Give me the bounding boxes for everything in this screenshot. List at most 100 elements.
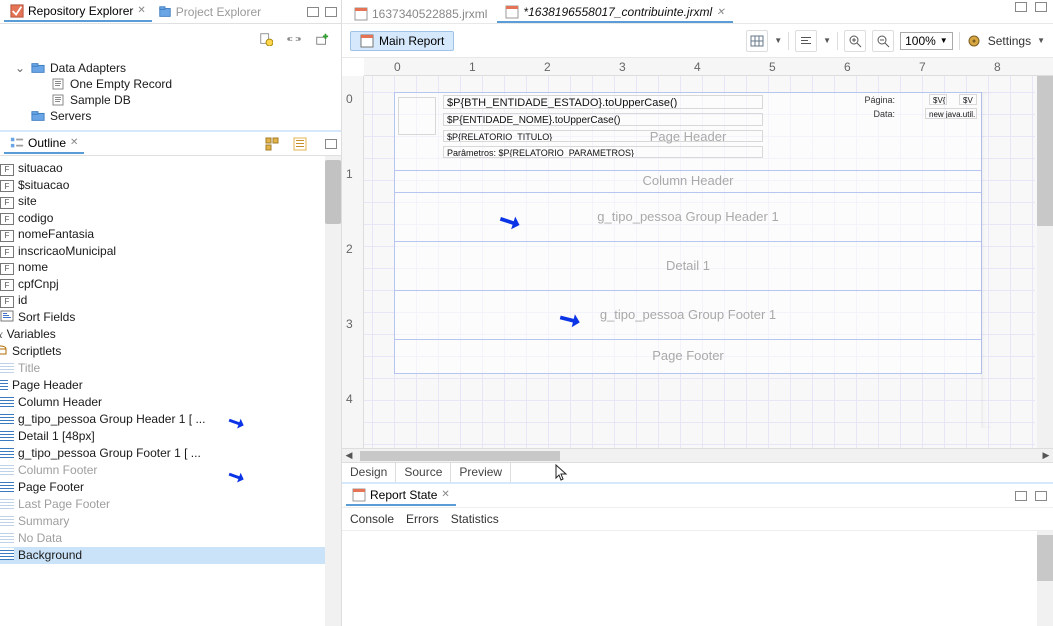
scroll-right-icon[interactable]: ▶	[1039, 450, 1053, 462]
close-icon[interactable]: ✕	[441, 489, 449, 500]
outline-field-inscricaoMunicipal[interactable]: FinscricaoMunicipal	[0, 243, 341, 260]
tab-repo-explorer[interactable]: Repository Explorer ✕	[4, 2, 152, 22]
outline-summary[interactable]: Summary	[0, 513, 341, 530]
minimize-icon[interactable]	[1015, 491, 1027, 501]
tab-project-explorer-label: Project Explorer	[176, 5, 261, 19]
outline-field-cpfCnpj[interactable]: FcpfCnpj	[0, 276, 341, 293]
outline-btn2-icon[interactable]	[289, 133, 311, 155]
chevron-down-icon[interactable]: ▼	[940, 36, 948, 45]
editor-tab-2[interactable]: *1638196558017_contribuinte.jrxml ✕	[497, 2, 732, 23]
outline-group-footer[interactable]: g_tipo_pessoa Group Footer 1 [ ...	[0, 445, 341, 462]
report-state-scrollbar[interactable]	[1037, 531, 1053, 626]
outline-last-page-footer[interactable]: Last Page Footer	[0, 496, 341, 513]
band-column-header[interactable]: Column Header	[394, 171, 982, 193]
field-pagina-v2[interactable]: $V	[959, 94, 977, 105]
outline-group-header[interactable]: g_tipo_pessoa Group Header 1 [ ...	[0, 411, 341, 428]
maximize-icon[interactable]	[325, 7, 337, 17]
outline-column-footer[interactable]: Column Footer	[0, 462, 341, 479]
outline-title-band[interactable]: Title	[0, 360, 341, 377]
tool-grid-icon[interactable]	[746, 30, 768, 52]
outline-page-header[interactable]: ›Page Header	[0, 377, 341, 394]
canvas-scrollbar-v[interactable]	[1037, 76, 1053, 448]
outline-background[interactable]: Background	[0, 547, 341, 564]
maximize-icon[interactable]	[1035, 2, 1047, 12]
cursor-icon	[555, 464, 569, 482]
band-label: g_tipo_pessoa Group Header 1	[395, 193, 981, 224]
tab-outline[interactable]: Outline ✕	[4, 134, 84, 154]
tab-report-state[interactable]: Report State ✕	[346, 486, 456, 506]
outline-page-footer[interactable]: Page Footer	[0, 479, 341, 496]
tree-label: Sample DB	[70, 93, 131, 107]
repo-link-icon[interactable]	[283, 28, 305, 50]
ruler-horizontal: 0 1 2 3 4 5 6 7 8	[364, 58, 1053, 76]
zoom-out-icon[interactable]	[872, 30, 894, 52]
settings-button[interactable]: Settings ▼	[966, 33, 1045, 49]
outline-scriptlets[interactable]: ›Scriptlets	[0, 343, 341, 360]
repo-refresh-icon[interactable]	[255, 28, 277, 50]
minimize-icon[interactable]	[1015, 2, 1027, 12]
field-data-v[interactable]: new java.util.	[925, 108, 977, 119]
subtab-statistics[interactable]: Statistics	[451, 512, 499, 526]
label-pagina[interactable]: Página:	[864, 95, 895, 105]
band-detail[interactable]: Detail 1	[394, 242, 982, 291]
field-titulo[interactable]: $P{RELATORIO_TITULO}	[443, 130, 763, 142]
band-group-header[interactable]: g_tipo_pessoa Group Header 1	[394, 193, 982, 242]
tab-design[interactable]: Design	[342, 463, 396, 482]
tab-preview[interactable]: Preview	[451, 463, 511, 482]
outline-sort-fields[interactable]: Sort Fields	[0, 309, 341, 326]
outline-detail[interactable]: Detail 1 [48px]	[0, 428, 341, 445]
outline-field-nome[interactable]: Fnome	[0, 259, 341, 276]
design-canvas[interactable]: $P{BTH_ENTIDADE_ESTADO}.toUpperCase() $P…	[364, 76, 1053, 448]
scroll-left-icon[interactable]: ◀	[342, 450, 356, 462]
zoom-select[interactable]: 100% ▼	[900, 32, 953, 50]
chevron-down-icon[interactable]: ▼	[1037, 36, 1045, 45]
main-report-label: Main Report	[379, 34, 444, 48]
field-params[interactable]: Parâmetros: $P{RELATORIO_PARAMETROS}	[443, 146, 763, 158]
field-estado[interactable]: $P{BTH_ENTIDADE_ESTADO}.toUpperCase()	[443, 95, 763, 109]
subtab-errors[interactable]: Errors	[406, 512, 439, 526]
close-icon[interactable]: ✕	[137, 5, 145, 16]
outline-variables[interactable]: ›fxVariables	[0, 326, 341, 343]
outline-scrollbar[interactable]	[325, 156, 341, 626]
tree-label: One Empty Record	[70, 77, 172, 91]
canvas-scrollbar-h[interactable]: ◀ ▶	[342, 448, 1053, 462]
tree-item-sample-db[interactable]: Sample DB	[0, 92, 341, 108]
outline-field-sSituacao[interactable]: F$situacao	[0, 177, 341, 194]
main-report-chip[interactable]: Main Report	[350, 31, 454, 51]
maximize-icon[interactable]	[1035, 491, 1047, 501]
outline-btn1-icon[interactable]	[261, 133, 283, 155]
subtab-console[interactable]: Console	[350, 512, 394, 526]
dropdown-icon[interactable]: ▼	[823, 36, 831, 45]
band-page-footer[interactable]: Page Footer	[394, 340, 982, 374]
repo-tabbar: Repository Explorer ✕ Project Explorer	[0, 0, 341, 24]
close-icon[interactable]: ✕	[70, 137, 78, 148]
editor-tab-1[interactable]: 1637340522885.jrxml	[346, 4, 495, 23]
outline-field-codigo[interactable]: Fcodigo	[0, 210, 341, 227]
outline-field-situacao[interactable]: Fsituacao	[0, 160, 341, 177]
field-entidade-nome[interactable]: $P{ENTIDADE_NOME}.toUpperCase()	[443, 113, 763, 126]
repo-add-icon[interactable]	[311, 28, 333, 50]
tree-item-data-adapters[interactable]: ⌄ Data Adapters	[0, 60, 341, 76]
band-group-footer[interactable]: g_tipo_pessoa Group Footer 1	[394, 291, 982, 340]
outline-column-header[interactable]: Column Header	[0, 394, 341, 411]
outline-field-nomeFantasia[interactable]: FnomeFantasia	[0, 226, 341, 243]
label-data[interactable]: Data:	[873, 109, 895, 119]
band-page-header[interactable]: $P{BTH_ENTIDADE_ESTADO}.toUpperCase() $P…	[394, 92, 982, 171]
minimize-icon[interactable]	[325, 139, 337, 149]
outline-no-data[interactable]: No Data	[0, 530, 341, 547]
tool-align-icon[interactable]	[795, 30, 817, 52]
field-pagina-v1[interactable]: $V{	[929, 94, 947, 105]
tree-item-servers[interactable]: Servers	[0, 108, 341, 124]
outline-field-id[interactable]: Fid	[0, 292, 341, 309]
outline-field-site[interactable]: Fsite	[0, 193, 341, 210]
dropdown-icon[interactable]: ▼	[774, 36, 782, 45]
field-frame[interactable]	[398, 97, 436, 135]
band-label: g_tipo_pessoa Group Footer 1	[395, 291, 981, 322]
minimize-icon[interactable]	[307, 7, 319, 17]
chevron-down-icon[interactable]: ⌄	[14, 61, 26, 75]
zoom-in-icon[interactable]	[844, 30, 866, 52]
tab-project-explorer[interactable]: Project Explorer	[152, 3, 267, 21]
close-icon[interactable]: ✕	[716, 7, 724, 18]
tab-source[interactable]: Source	[396, 463, 451, 482]
tree-item-one-empty[interactable]: One Empty Record	[0, 76, 341, 92]
